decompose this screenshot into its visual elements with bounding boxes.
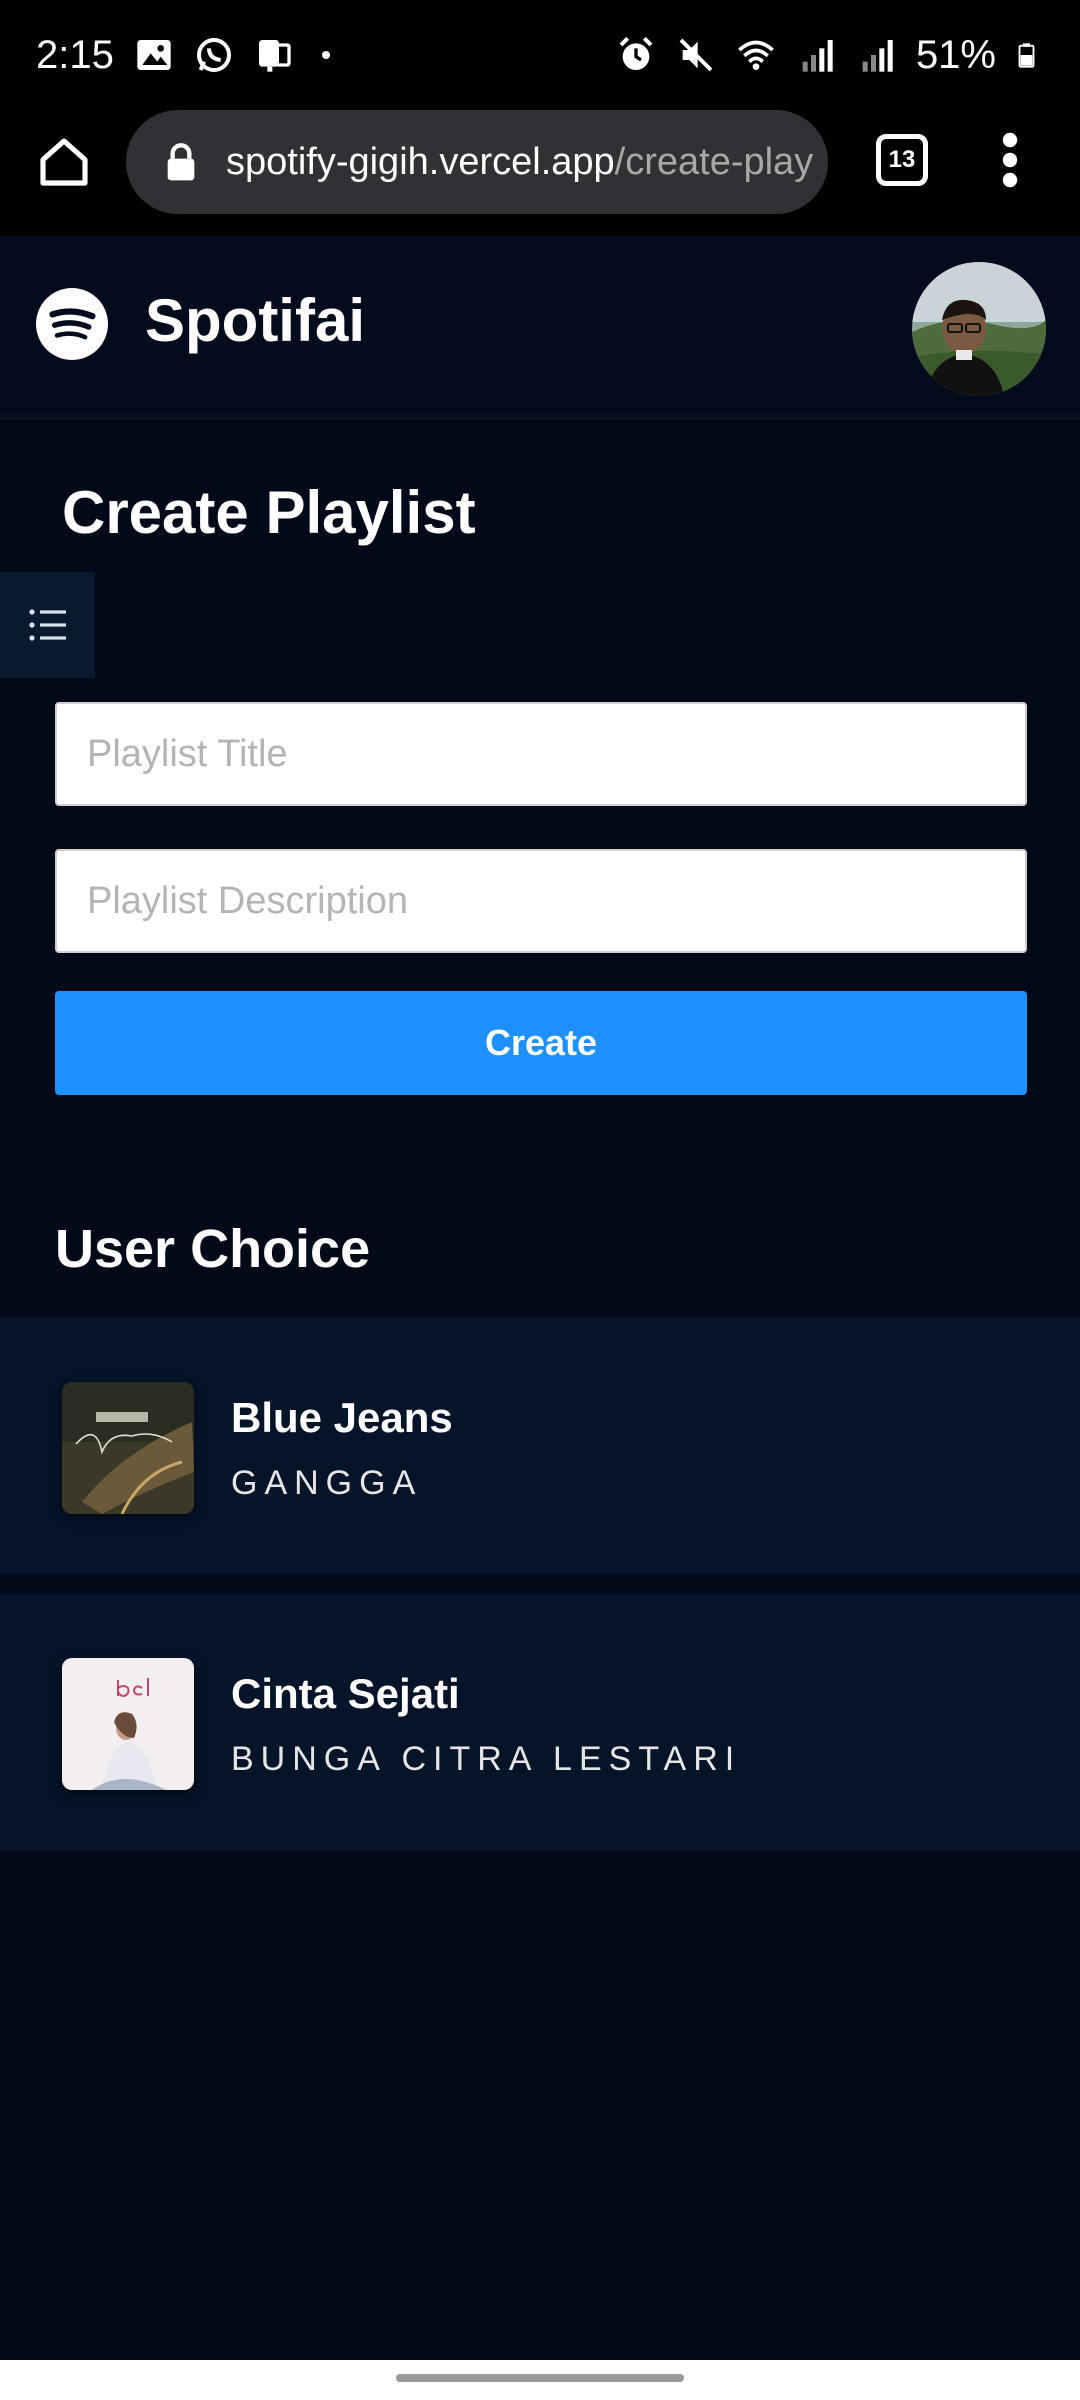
avatar-image xyxy=(912,262,1046,396)
url-path: /create-play xyxy=(614,140,814,183)
album-art xyxy=(62,1382,194,1514)
create-button[interactable]: Create xyxy=(55,991,1027,1095)
mute-icon xyxy=(679,38,713,72)
battery-icon xyxy=(1018,43,1035,68)
device-icon xyxy=(258,40,291,72)
whatsapp-icon xyxy=(196,38,231,72)
wifi-icon xyxy=(738,40,774,70)
avatar[interactable] xyxy=(912,262,1046,396)
url-text: spotify-gigih.vercel.app/create-play xyxy=(226,141,813,184)
user-choice-heading: User Choice xyxy=(55,1219,371,1279)
track-title: Blue Jeans xyxy=(231,1394,453,1441)
status-bar: 2:15 51% xyxy=(0,0,1080,110)
page-title: Create Playlist xyxy=(62,479,476,546)
track-artist: BUNGA CITRA LESTARI xyxy=(231,1740,742,1778)
list-icon xyxy=(28,609,66,641)
status-time: 2:15 xyxy=(36,32,114,77)
signal-icon-1 xyxy=(802,40,833,72)
signal-icon-2 xyxy=(862,40,893,72)
spotify-logo-icon[interactable] xyxy=(36,288,108,360)
tab-switcher-button[interactable]: 13 xyxy=(876,134,928,186)
track-title: Cinta Sejati xyxy=(231,1670,460,1717)
track-artist: GANGGA xyxy=(231,1464,423,1502)
dot-icon xyxy=(321,51,330,59)
more-vert-icon[interactable] xyxy=(990,130,1030,190)
home-icon[interactable] xyxy=(36,134,92,190)
lock-icon xyxy=(167,143,195,181)
sidebar-toggle-button[interactable] xyxy=(0,572,95,678)
app-header: Spotifai xyxy=(0,236,1080,420)
album-art xyxy=(62,1658,194,1790)
gesture-handle[interactable] xyxy=(396,2374,684,2382)
album-art-image xyxy=(62,1658,194,1790)
status-right: 51% xyxy=(616,33,1044,78)
brand-name: Spotifai xyxy=(145,287,365,354)
track-row[interactable]: Blue Jeans GANGGA xyxy=(0,1318,1080,1574)
url-bar[interactable]: spotify-gigih.vercel.app/create-play xyxy=(126,110,828,214)
url-host: spotify-gigih.vercel.app xyxy=(226,140,615,183)
playlist-title-input[interactable] xyxy=(55,702,1027,806)
battery-percent: 51% xyxy=(915,32,996,77)
alarm-icon xyxy=(619,36,653,70)
track-row[interactable]: Cinta Sejati BUNGA CITRA LESTARI xyxy=(0,1594,1080,1850)
playlist-description-input[interactable] xyxy=(55,849,1027,953)
status-left: 2:15 xyxy=(36,33,338,78)
gallery-icon xyxy=(137,40,171,70)
album-art-image xyxy=(62,1382,194,1514)
browser-toolbar: spotify-gigih.vercel.app/create-play 13 xyxy=(0,110,1080,236)
